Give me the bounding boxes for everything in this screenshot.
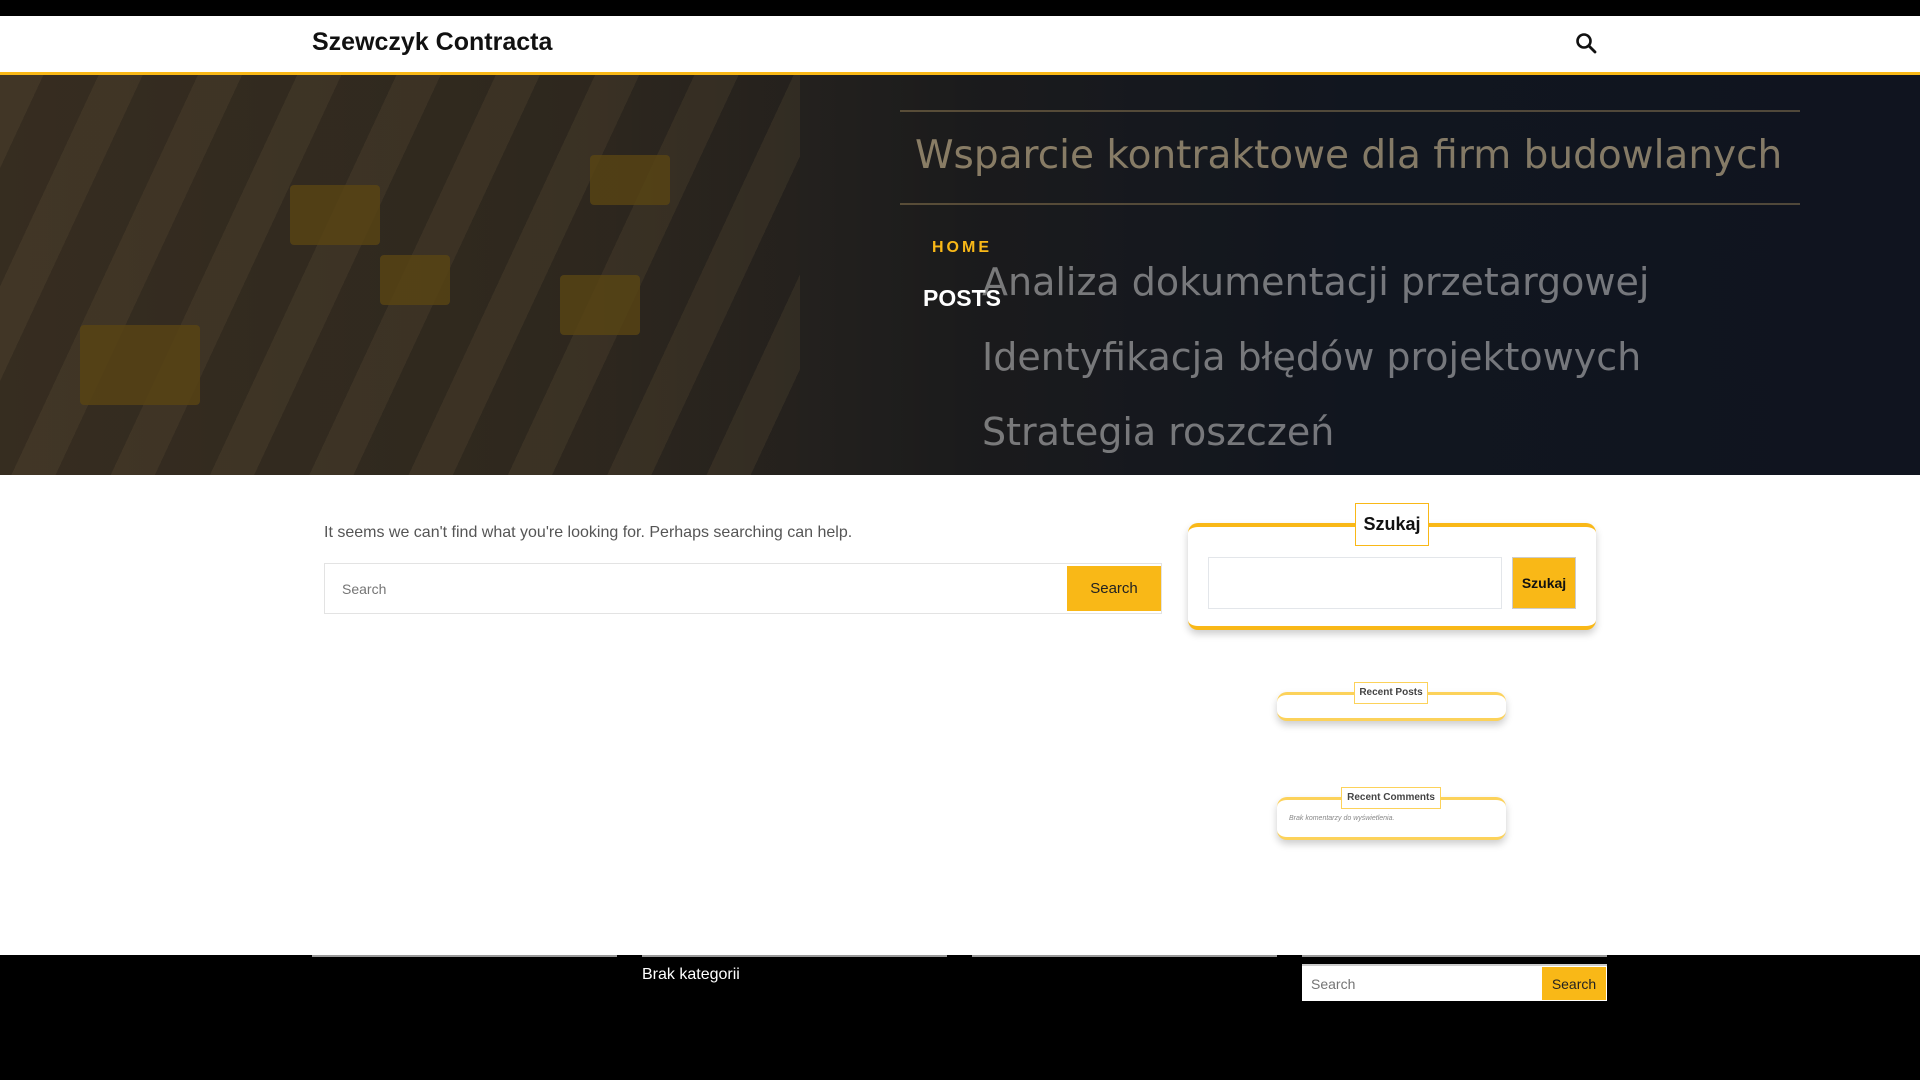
search-widget: Szukaj Szukaj [1188, 503, 1596, 630]
breadcrumb-home[interactable]: HOME [932, 239, 992, 257]
hero-image-text: Wsparcie kontraktowe dla firm budowlanyc… [915, 133, 1783, 178]
hero-banner: Wsparcie kontraktowe dla firm budowlanyc… [0, 75, 1920, 475]
site-title[interactable]: Szewczyk Contracta [312, 28, 552, 57]
hero-image-text: Strategia roszczeń [982, 410, 1335, 454]
recent-posts-widget: Recent Posts [1277, 682, 1506, 721]
hero-image-text: Analiza dokumentacji przetargowej [982, 260, 1650, 304]
footer-column-divider [312, 955, 617, 957]
main-search-form: Search [324, 563, 1162, 614]
footer-column-divider [972, 955, 1277, 957]
search-button[interactable]: Search [1067, 566, 1161, 611]
top-bar [0, 0, 1920, 16]
footer-search-button[interactable]: Search [1542, 967, 1606, 1000]
footer-column-divider [1302, 955, 1607, 957]
not-found-message: It seems we can't find what you're looki… [324, 524, 853, 541]
footer-column-divider [642, 955, 947, 957]
search-icon[interactable] [1574, 31, 1598, 55]
footer-search-input[interactable] [1302, 966, 1540, 1001]
widget-title: Szukaj [1355, 503, 1429, 546]
recent-comments-widget: Recent Comments Brak komentarzy do wyświ… [1277, 787, 1506, 840]
hero-image-text: Identyfikacja błędów projektowych [982, 335, 1642, 379]
site-footer: Brak kategorii Search [0, 955, 1920, 1080]
site-header: Szewczyk Contracta [0, 16, 1920, 75]
footer-search-form: Search [1302, 964, 1607, 1001]
sidebar-search-input[interactable] [1208, 557, 1502, 609]
search-input[interactable] [325, 564, 1065, 613]
footer-categories-empty: Brak kategorii [642, 966, 740, 983]
no-comments-text: Brak komentarzy do wyświetlenia. [1289, 815, 1395, 822]
sidebar-search-button[interactable]: Szukaj [1512, 557, 1576, 609]
widget-title: Recent Posts [1354, 682, 1428, 704]
widget-title: Recent Comments [1341, 787, 1441, 809]
page-title: POSTS [923, 285, 1001, 311]
